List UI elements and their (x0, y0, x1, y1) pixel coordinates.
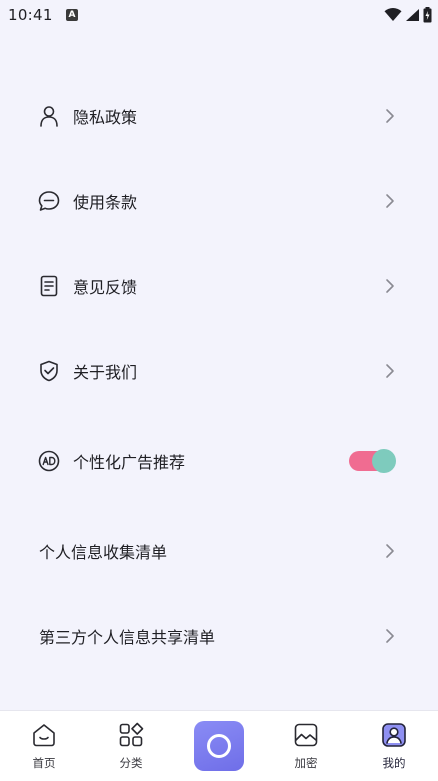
chevron-right-icon (386, 543, 394, 558)
tab-encrypt[interactable]: 加密 (276, 711, 336, 781)
tab-category[interactable]: 分类 (101, 711, 161, 781)
circle-icon (207, 734, 231, 758)
menu-label-third-party-info-list: 第三方个人信息共享清单 (39, 627, 216, 647)
menu-label-privacy-policy: 隐私政策 (73, 107, 138, 127)
menu-item-personal-info-list[interactable]: 个人信息收集清单 (0, 508, 438, 593)
category-grid-icon (119, 722, 144, 747)
user-icon (40, 105, 58, 127)
tab-label-mine: 我的 (382, 756, 406, 770)
document-icon (40, 275, 58, 296)
ad-icon (38, 450, 60, 471)
center-action-button[interactable] (194, 721, 244, 771)
battery-icon (423, 7, 432, 23)
tab-label-encrypt: 加密 (294, 756, 318, 770)
chevron-right-icon (386, 108, 394, 123)
status-bar: 10:41 A (0, 0, 438, 30)
menu-item-terms-of-use[interactable]: 使用条款 (0, 158, 438, 243)
signal-icon (406, 9, 419, 21)
tab-mine[interactable]: 我的 (364, 711, 424, 781)
status-time: 10:41 (8, 6, 53, 24)
menu-label-about-us: 关于我们 (73, 362, 138, 382)
chevron-right-icon (386, 628, 394, 643)
chevron-right-icon (386, 363, 394, 378)
status-icons (384, 6, 432, 24)
menu-label-feedback: 意见反馈 (73, 277, 138, 297)
menu-item-about-us[interactable]: 关于我们 (0, 328, 438, 413)
chevron-right-icon (386, 193, 394, 208)
tab-home[interactable]: 首页 (14, 711, 74, 781)
profile-icon (382, 723, 406, 747)
menu-item-personalized-ads: 个性化广告推荐 (0, 418, 438, 503)
bottom-tab-bar: 首页 分类 加密 我的 (0, 710, 438, 781)
chat-bubble-icon (38, 190, 60, 211)
personalized-ads-toggle[interactable] (349, 448, 396, 473)
menu-label-terms-of-use: 使用条款 (73, 192, 138, 212)
shield-check-icon (40, 360, 58, 381)
menu-item-privacy-policy[interactable]: 隐私政策 (0, 73, 438, 158)
home-icon (33, 724, 55, 747)
notification-badge: A (66, 9, 78, 21)
menu-item-feedback[interactable]: 意见反馈 (0, 243, 438, 328)
menu-label-personalized-ads: 个性化广告推荐 (73, 452, 186, 472)
toggle-knob (372, 448, 396, 473)
tab-label-home: 首页 (32, 756, 56, 770)
menu-label-personal-info-list: 个人信息收集清单 (39, 542, 168, 562)
tab-label-category: 分类 (119, 756, 143, 770)
wifi-icon (384, 8, 402, 21)
chevron-right-icon (386, 278, 394, 293)
menu-item-third-party-info-list[interactable]: 第三方个人信息共享清单 (0, 593, 438, 678)
picture-icon (294, 723, 318, 747)
